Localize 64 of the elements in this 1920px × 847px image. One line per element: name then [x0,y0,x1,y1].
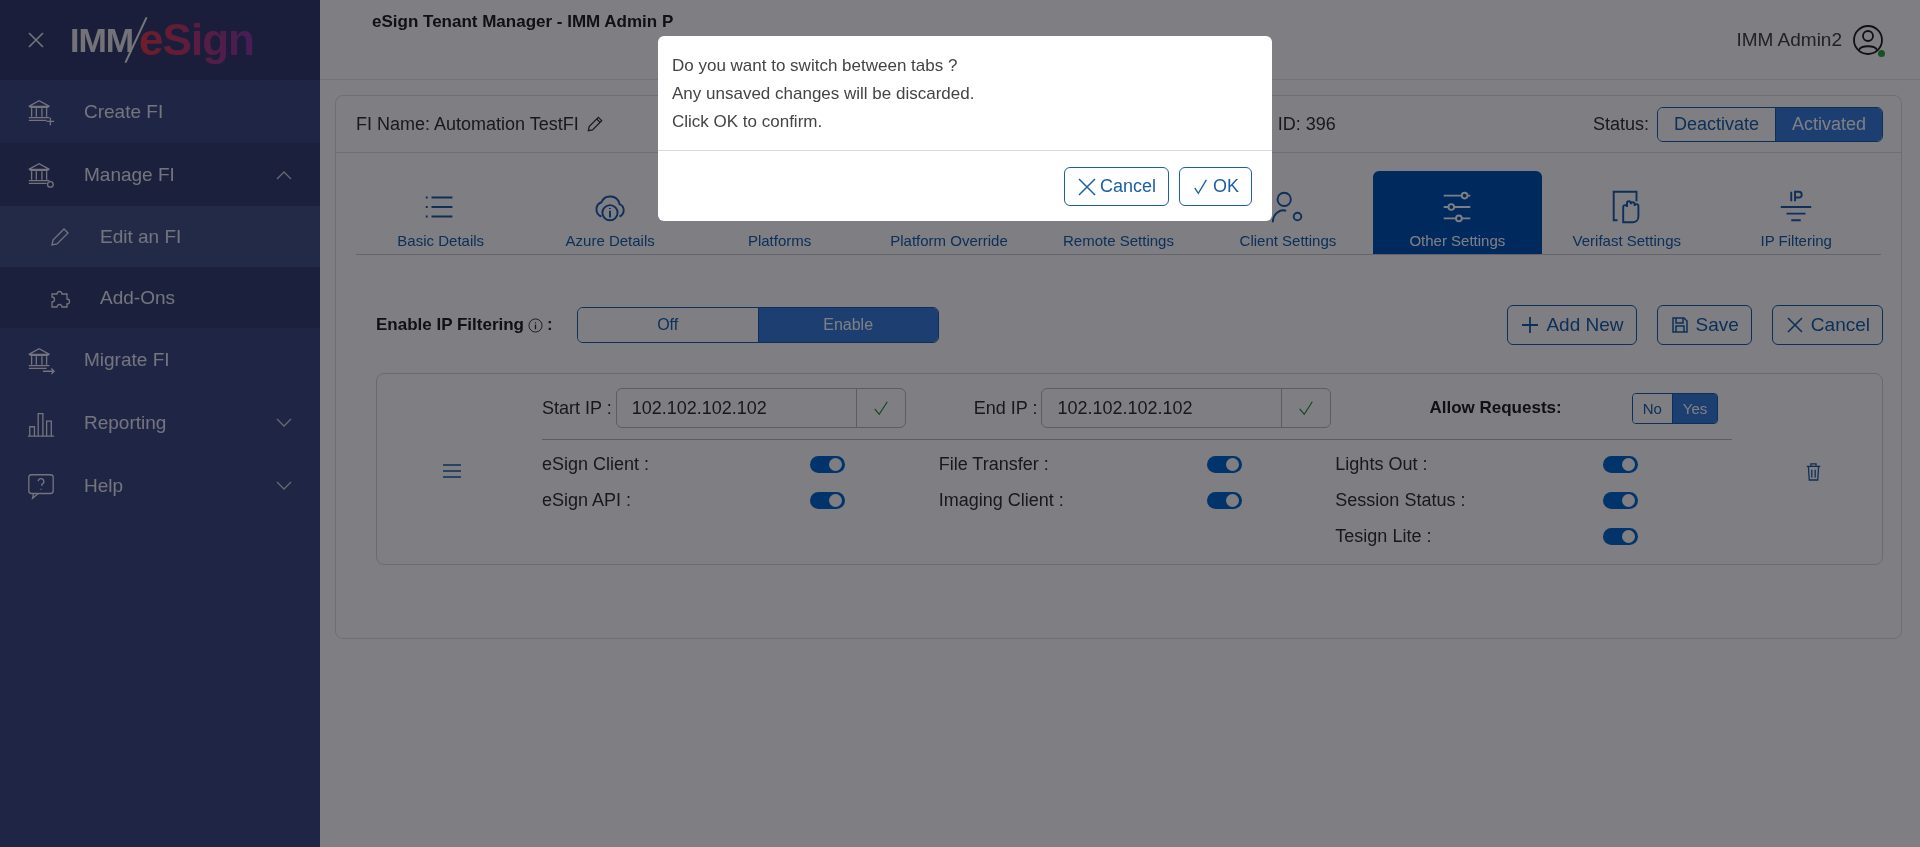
ip-filtering-label: Enable IP Filtering [376,315,524,335]
allow-option[interactable]: Yes [1671,393,1718,423]
switch-label: Tesign Lite : [1335,525,1433,547]
nav-subitem[interactable]: Add-Ons [0,267,320,328]
avatar-icon[interactable] [1852,23,1884,56]
dialog-text: Any unsaved changes will be discarded. [672,83,976,105]
end-ip-label: End IP : [973,397,1038,419]
add-new-button[interactable]: Add New [1507,305,1637,345]
end-ip-field[interactable]: 102.102.102.102 [1041,388,1332,428]
close-icon [1784,315,1805,335]
check-icon [1192,177,1210,196]
switch-label: eSign Client : [542,453,651,475]
nav-item[interactable]: Migrate FI [0,328,320,391]
allow-requests-label: Allow Requests: [1429,398,1562,418]
start-ip-label: Start IP : [542,397,612,419]
cancel-button[interactable]: Cancel [1771,305,1883,345]
cancel-button[interactable]: Cancel [1063,167,1169,206]
nav-item[interactable]: Reporting [0,391,320,454]
menu-icon[interactable] [442,463,462,479]
fi-name: FI Name: Automation TestFI [356,113,579,135]
tab[interactable]: Other Settings [1372,171,1543,254]
toggle-switch[interactable] [1206,455,1242,473]
tab[interactable]: Verifast Settings [1542,171,1712,254]
toggle-switch[interactable] [1603,491,1639,509]
save-button[interactable]: Save [1656,305,1752,345]
switch-label: Imaging Client : [938,489,1065,511]
toggle-switch[interactable] [810,455,845,473]
chevron-up-icon [276,169,292,180]
toggle-switch[interactable] [810,491,845,509]
status-option[interactable]: Activated [1774,107,1882,141]
switch-label: Session Status : [1335,489,1467,511]
check-icon [1297,399,1316,417]
chevron-down-icon [276,417,292,428]
status-label: Status: [1592,113,1649,135]
toggle-switch[interactable] [1603,455,1639,473]
toggle-switch[interactable] [1603,527,1639,545]
check-icon [871,399,890,417]
chevron-down-icon [276,480,292,491]
nav-item[interactable]: Manage FI [0,143,320,206]
toggle-switch[interactable] [1206,491,1242,509]
switch-label: eSign API : [542,489,633,511]
fi-id: ID: 396 [1277,113,1337,135]
ok-button[interactable]: OK [1179,167,1252,206]
colon: : [547,315,553,335]
page-title: eSign Tenant Manager - IMM Admin P [372,12,675,32]
tab[interactable]: Basic Details [356,171,526,254]
user-name[interactable]: IMM Admin2 [1736,28,1842,51]
tab[interactable]: IP Filtering [1711,171,1881,254]
switch-label: Lights Out : [1335,453,1429,475]
tab[interactable]: Azure Details [525,171,695,254]
trash-icon[interactable] [1805,461,1822,481]
filter-option[interactable]: Enable [757,308,938,342]
nav-subitem[interactable]: Edit an FI [0,206,320,267]
dialog-text: Click OK to confirm. [672,111,824,133]
switch-label: File Transfer : [938,453,1050,475]
nav-item[interactable]: Help [0,454,320,517]
info-icon[interactable] [528,317,543,333]
start-ip-field[interactable]: 102.102.102.102 [615,388,906,428]
nav-item[interactable]: Create FI [0,80,320,143]
close-icon [1076,176,1097,197]
plus-icon [1520,315,1541,335]
save-icon [1669,315,1690,335]
dialog-text: Do you want to switch between tabs ? [672,55,959,77]
close-icon[interactable] [26,30,46,50]
